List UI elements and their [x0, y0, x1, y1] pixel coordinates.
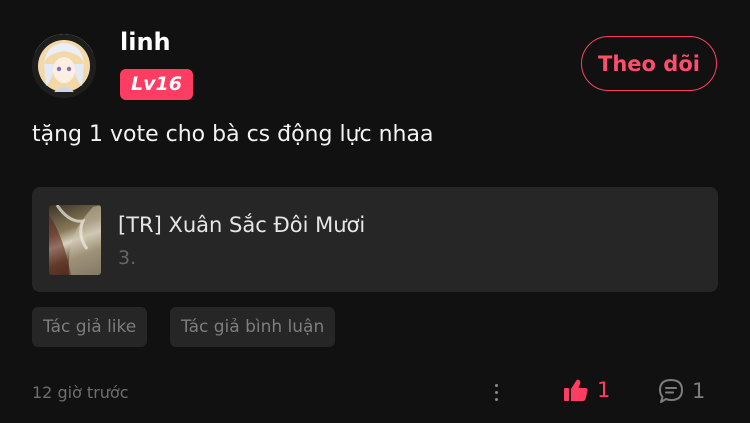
like-button[interactable]: 1 [563, 378, 610, 402]
tag-author-comment: Tác giả bình luận [170, 307, 336, 347]
story-card[interactable]: [TR] Xuân Sắc Đôi Mươi 3. [32, 187, 718, 292]
timestamp: 12 giờ trước [32, 383, 129, 402]
tag-author-like: Tác giả like [32, 307, 148, 347]
avatar-image [32, 34, 96, 98]
more-vertical-icon[interactable] [486, 384, 506, 406]
comment-text: tặng 1 vote cho bà cs động lực nhaa [32, 122, 434, 147]
level-badge: Lv16 [120, 69, 193, 100]
reply-button[interactable]: 1 [658, 378, 705, 404]
follow-button[interactable]: Theo dõi [581, 36, 717, 91]
reply-count: 1 [692, 379, 706, 403]
username[interactable]: linh [120, 28, 171, 56]
avatar[interactable] [32, 34, 96, 98]
thumbs-up-icon [564, 379, 588, 401]
chat-bubble-icon [659, 379, 683, 403]
story-chapter: 3. [118, 247, 137, 269]
story-title: [TR] Xuân Sắc Đôi Mươi [118, 213, 366, 237]
story-cover-image [49, 205, 101, 275]
like-count: 1 [597, 378, 611, 402]
